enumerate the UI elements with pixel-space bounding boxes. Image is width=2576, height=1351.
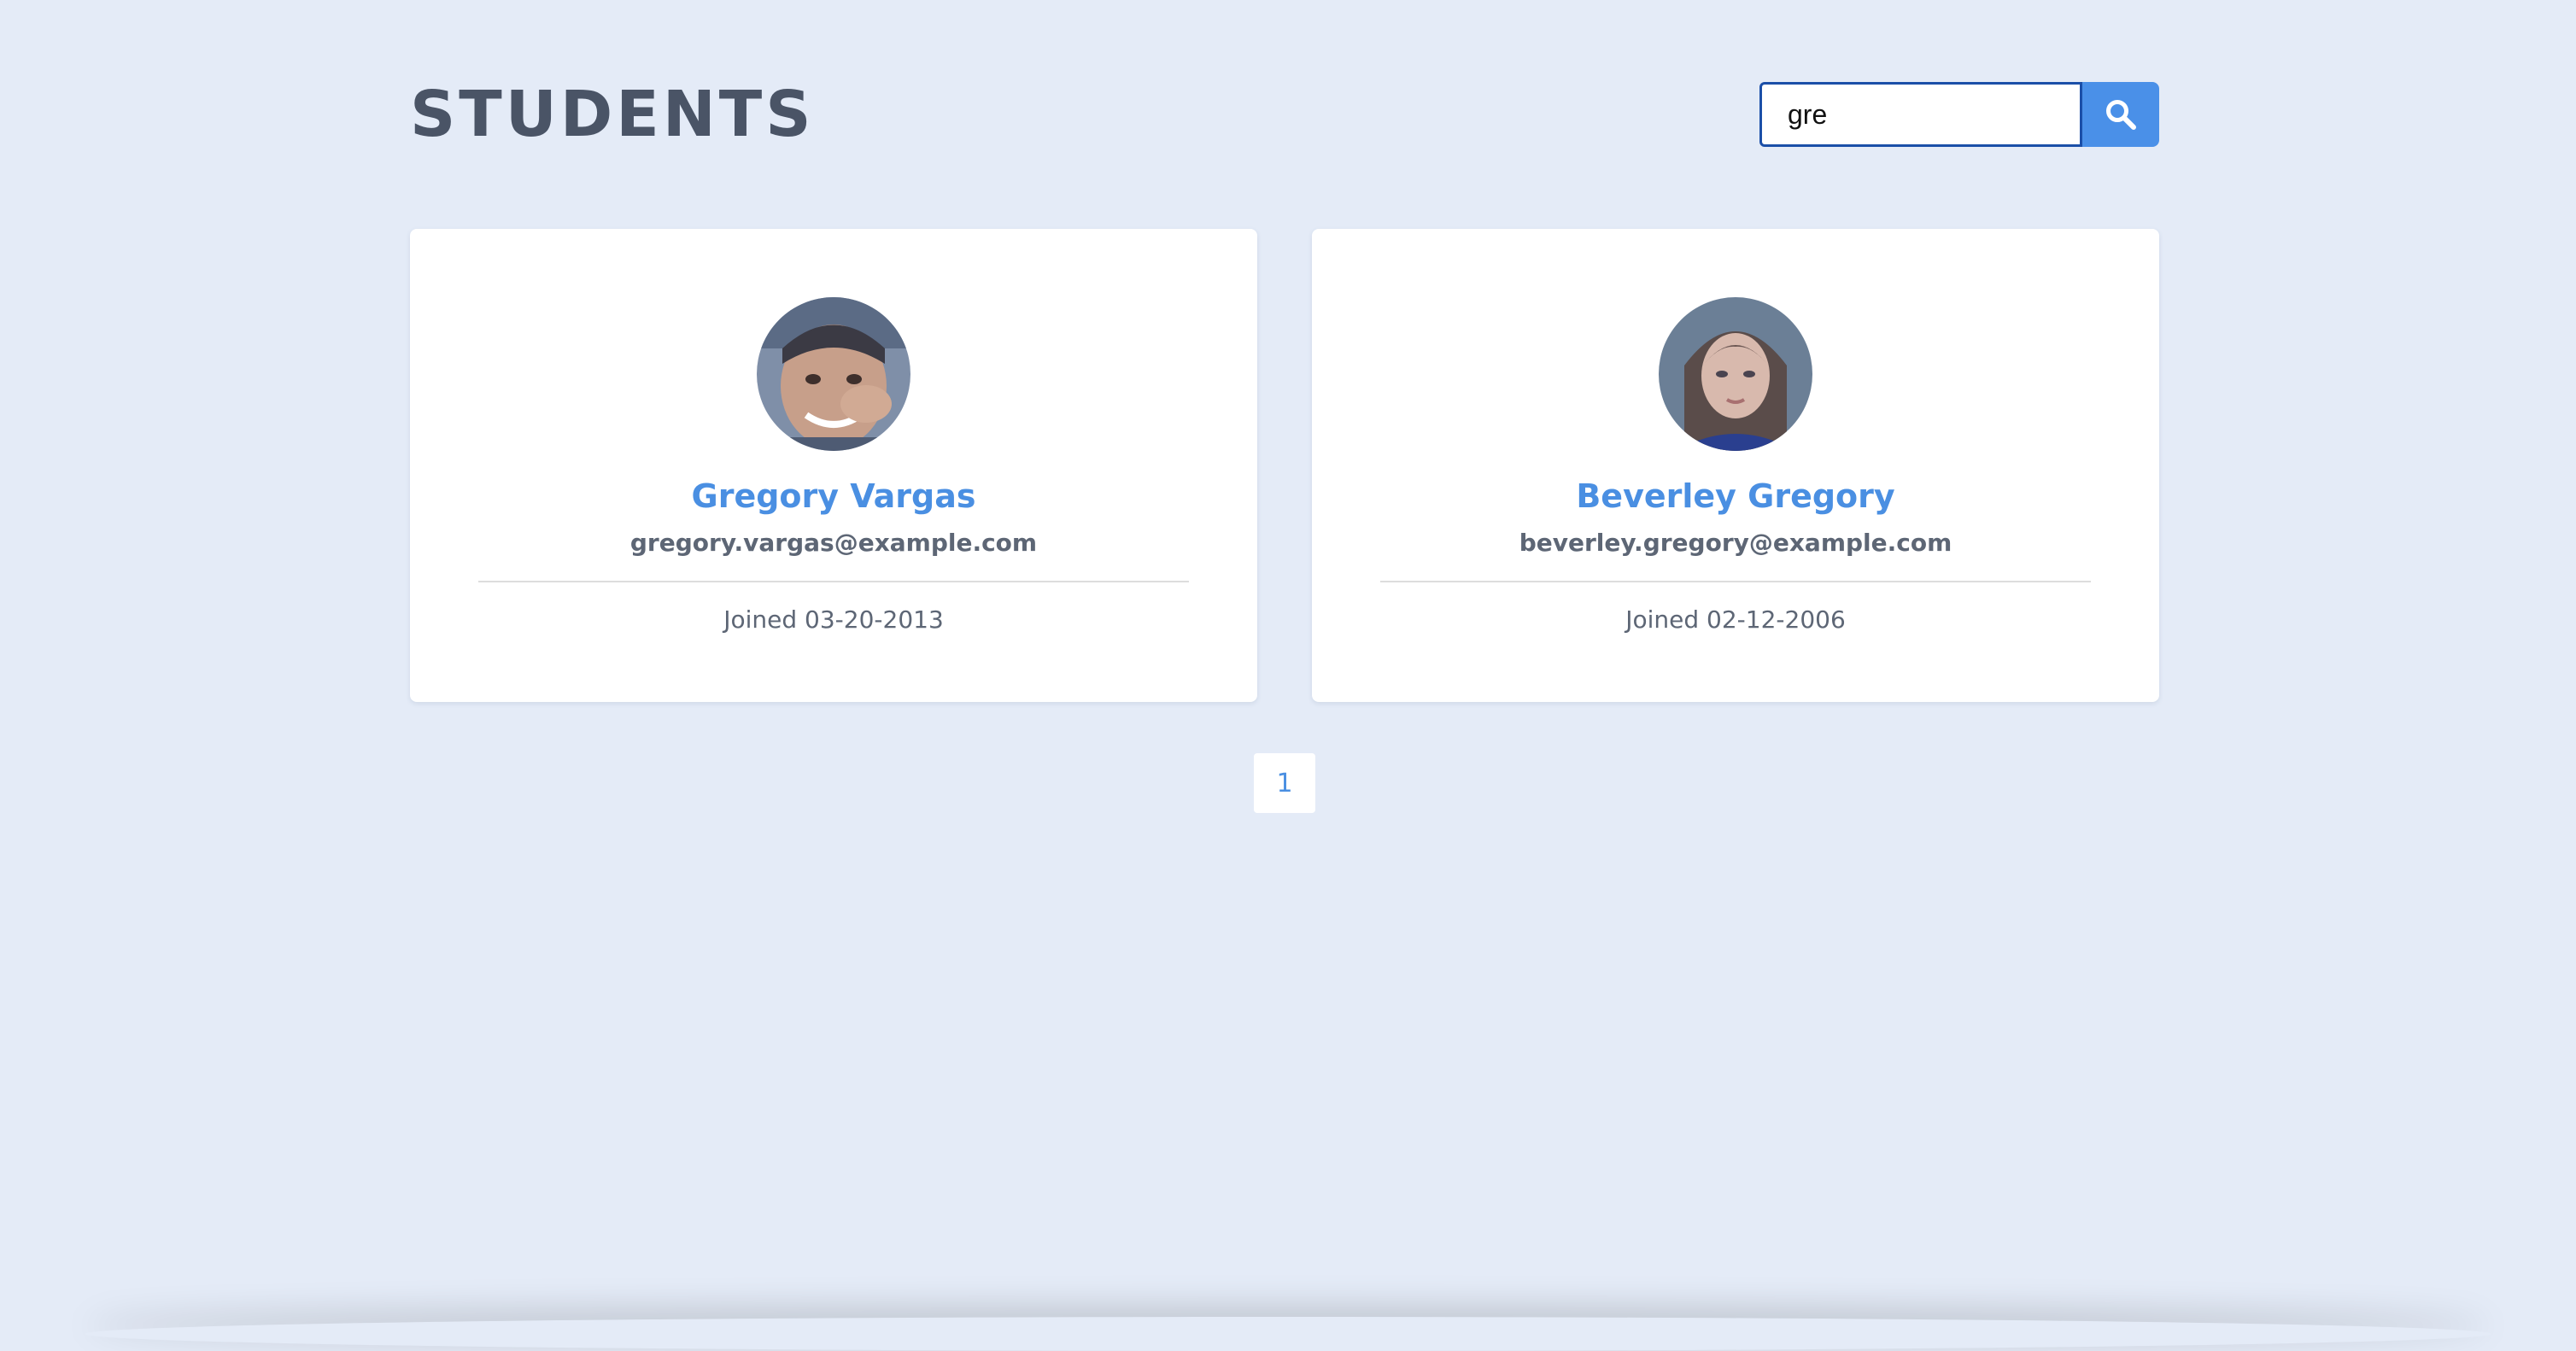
search-button[interactable] bbox=[2082, 82, 2159, 147]
search-icon bbox=[2106, 100, 2136, 130]
student-name[interactable]: Beverley Gregory bbox=[1312, 477, 2159, 516]
pagination-page-1[interactable]: 1 bbox=[1254, 753, 1315, 813]
student-email: gregory.vargas@example.com bbox=[629, 529, 1038, 557]
avatar bbox=[1659, 297, 1812, 451]
student-card: Beverley Gregory beverley.gregory@exampl… bbox=[1312, 229, 2159, 702]
student-list: Gregory Vargas gregory.vargas@example.co… bbox=[410, 229, 2159, 702]
student-card: Gregory Vargas gregory.vargas@example.co… bbox=[410, 229, 1257, 702]
divider bbox=[478, 581, 1189, 582]
search-input[interactable] bbox=[1759, 82, 2082, 147]
student-name[interactable]: Gregory Vargas bbox=[410, 477, 1257, 516]
joined-date: Joined 02-12-2006 bbox=[1625, 605, 1846, 634]
page-header: STUDENTS bbox=[410, 82, 2159, 147]
joined-date: Joined 03-20-2013 bbox=[723, 605, 944, 634]
page-title: STUDENTS bbox=[410, 78, 815, 151]
page-bottom-shadow bbox=[85, 1317, 2491, 1351]
divider bbox=[1380, 581, 2091, 582]
avatar bbox=[757, 297, 910, 451]
search-bar bbox=[1759, 82, 2159, 147]
student-email: beverley.gregory@example.com bbox=[1519, 529, 1952, 557]
